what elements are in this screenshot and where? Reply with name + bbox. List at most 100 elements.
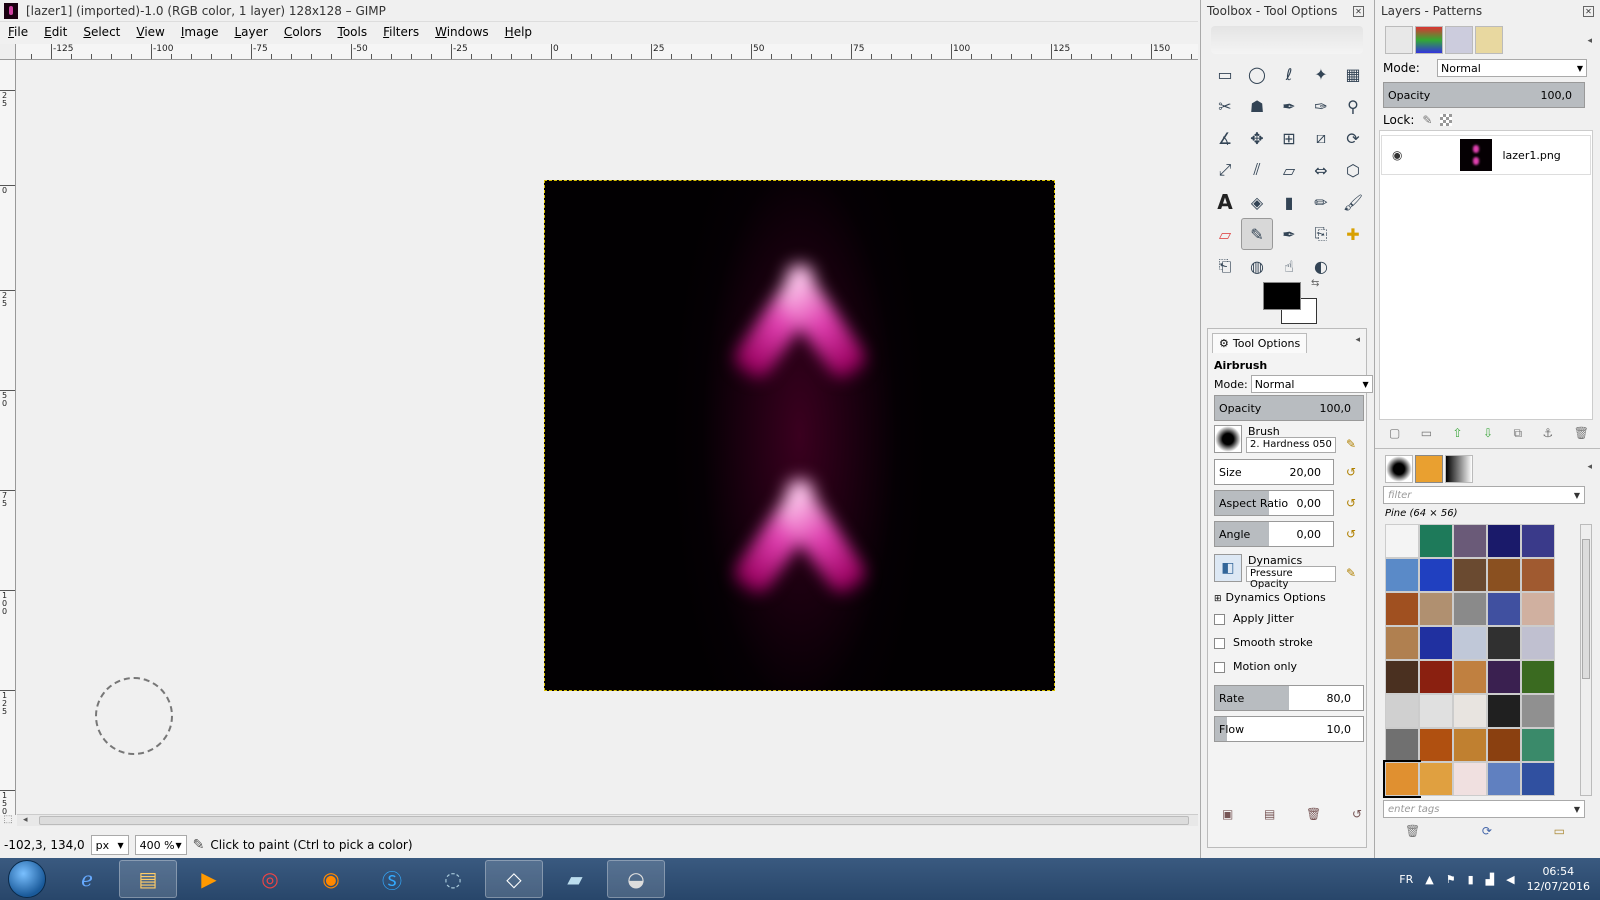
eye-icon[interactable]: ◉ bbox=[1392, 148, 1402, 162]
pattern-swatch[interactable] bbox=[1453, 626, 1487, 660]
tool-color-select-icon[interactable]: ▦ bbox=[1337, 58, 1369, 90]
ruler-corner[interactable] bbox=[0, 44, 16, 60]
firefox-icon[interactable]: ◉ bbox=[302, 860, 360, 898]
wilber-drop-area[interactable] bbox=[1211, 26, 1363, 54]
tool-clone-icon[interactable]: ⎘ bbox=[1305, 218, 1337, 250]
tool-perspective-clone-icon[interactable]: ⎗ bbox=[1209, 250, 1241, 282]
menu-view[interactable]: View bbox=[128, 25, 172, 39]
mode-select[interactable]: Normal ▼ bbox=[1250, 375, 1373, 393]
tool-ellipse-select-icon[interactable]: ◯ bbox=[1241, 58, 1273, 90]
menu-file[interactable]: File bbox=[0, 25, 36, 39]
menu-image[interactable]: Image bbox=[173, 25, 227, 39]
smooth-stroke-checkbox[interactable]: Smooth stroke bbox=[1214, 636, 1313, 649]
tool-heal-icon[interactable]: ✚ bbox=[1337, 218, 1369, 250]
pattern-swatch[interactable] bbox=[1385, 524, 1419, 558]
tool-airbrush-icon[interactable]: ✎ bbox=[1241, 218, 1273, 250]
language-indicator[interactable]: FR bbox=[1399, 873, 1413, 886]
pattern-swatch[interactable] bbox=[1419, 728, 1453, 762]
panel-menu-icon[interactable]: ◂ bbox=[1587, 36, 1592, 46]
raise-layer-icon[interactable]: ⇧ bbox=[1453, 426, 1463, 441]
pattern-swatch[interactable] bbox=[1453, 524, 1487, 558]
pattern-swatch[interactable] bbox=[1385, 728, 1419, 762]
flag-icon[interactable]: ⚑ bbox=[1446, 873, 1456, 886]
tool-dodge-burn-icon[interactable]: ◐ bbox=[1305, 250, 1337, 282]
pattern-scrollbar[interactable] bbox=[1580, 524, 1592, 796]
pattern-swatch[interactable] bbox=[1487, 524, 1521, 558]
tool-align-icon[interactable]: ⊞ bbox=[1273, 122, 1305, 154]
close-icon[interactable]: ✕ bbox=[1353, 5, 1364, 17]
tab-undo[interactable] bbox=[1475, 26, 1503, 54]
layer-row[interactable]: ◉ lazer1.png bbox=[1381, 135, 1591, 175]
tool-paths-icon[interactable]: ✒ bbox=[1273, 90, 1305, 122]
anchor-layer-icon[interactable]: ⚓ bbox=[1543, 426, 1554, 441]
brush-preview[interactable] bbox=[1214, 425, 1242, 453]
image-canvas[interactable] bbox=[544, 180, 1055, 691]
tool-lasso-icon[interactable]: ℓ bbox=[1273, 58, 1305, 90]
menu-colors[interactable]: Colors bbox=[276, 25, 330, 39]
horizontal-scrollbar[interactable]: ◂ bbox=[17, 814, 1198, 826]
file-explorer-icon[interactable]: ▤ bbox=[119, 860, 177, 898]
apply-jitter-checkbox[interactable]: Apply Jitter bbox=[1214, 612, 1294, 625]
tool-bucket-fill-icon[interactable]: ◈ bbox=[1241, 186, 1273, 218]
start-button[interactable] bbox=[8, 860, 46, 898]
pattern-filter-input[interactable]: filter ▼ bbox=[1383, 486, 1585, 504]
tab-layers[interactable] bbox=[1385, 26, 1413, 54]
tool-rect-select-icon[interactable]: ▭ bbox=[1209, 58, 1241, 90]
layer-mode-select[interactable]: Normal ▼ bbox=[1437, 59, 1587, 77]
size-slider[interactable]: Size 20,00 bbox=[1214, 459, 1334, 485]
pattern-swatch[interactable] bbox=[1385, 592, 1419, 626]
volume-icon[interactable]: ◀ bbox=[1506, 873, 1514, 886]
network-icon[interactable]: ▟ bbox=[1486, 873, 1494, 886]
tool-scale-icon[interactable]: ⤢ bbox=[1209, 154, 1241, 186]
battery-icon[interactable]: ▮ bbox=[1468, 873, 1474, 886]
pattern-swatch[interactable] bbox=[1453, 660, 1487, 694]
pattern-swatch[interactable] bbox=[1521, 660, 1555, 694]
panel-menu-icon[interactable]: ◂ bbox=[1355, 335, 1360, 345]
pattern-swatch[interactable] bbox=[1487, 660, 1521, 694]
tool-fuzzy-select-icon[interactable]: ✦ bbox=[1305, 58, 1337, 90]
flow-slider[interactable]: Flow 10,0 bbox=[1214, 716, 1364, 742]
tab-tool-options[interactable]: ⚙ Tool Options bbox=[1212, 333, 1308, 353]
quick-mask-icon[interactable]: ⬚ bbox=[0, 814, 16, 828]
pattern-swatch[interactable] bbox=[1453, 694, 1487, 728]
internet-explorer-icon[interactable]: ℯ bbox=[58, 860, 116, 898]
pattern-swatch[interactable] bbox=[1521, 558, 1555, 592]
pattern-swatch[interactable] bbox=[1521, 524, 1555, 558]
pattern-swatch[interactable] bbox=[1453, 558, 1487, 592]
tab-patterns[interactable] bbox=[1415, 455, 1443, 483]
tool-ink-icon[interactable]: ✒ bbox=[1273, 218, 1305, 250]
menu-help[interactable]: Help bbox=[497, 25, 540, 39]
tool-shear-icon[interactable]: ⫽ bbox=[1241, 154, 1273, 186]
tab-brushes[interactable] bbox=[1385, 455, 1413, 483]
duplicate-layer-icon[interactable]: ⧉ bbox=[1514, 426, 1523, 441]
pattern-swatch[interactable] bbox=[1419, 592, 1453, 626]
pattern-swatch[interactable] bbox=[1419, 558, 1453, 592]
tool-crop-icon[interactable]: ⧄ bbox=[1305, 122, 1337, 154]
brush-name-field[interactable]: 2. Hardness 050 bbox=[1246, 437, 1336, 453]
pattern-swatch[interactable] bbox=[1385, 626, 1419, 660]
tool-blend-icon[interactable]: ▮ bbox=[1273, 186, 1305, 218]
tool-paintbrush-icon[interactable]: 🖌 bbox=[1337, 186, 1369, 218]
lock-alpha-icon[interactable] bbox=[1440, 114, 1453, 126]
refresh-patterns-icon[interactable]: ⟳ bbox=[1482, 824, 1492, 838]
tool-pencil-icon[interactable]: ✏ bbox=[1305, 186, 1337, 218]
pattern-swatch[interactable] bbox=[1385, 558, 1419, 592]
pattern-swatch[interactable] bbox=[1487, 762, 1521, 796]
pattern-tags-input[interactable]: enter tags ▼ bbox=[1383, 800, 1585, 818]
open-pattern-folder-icon[interactable]: ▭ bbox=[1554, 824, 1565, 838]
tool-move-icon[interactable]: ✥ bbox=[1241, 122, 1273, 154]
menu-tools[interactable]: Tools bbox=[330, 25, 376, 39]
unit-select[interactable]: px ▼ bbox=[90, 835, 129, 855]
app-glass-icon[interactable]: ▰ bbox=[546, 860, 604, 898]
motion-only-checkbox[interactable]: Motion only bbox=[1214, 660, 1297, 673]
reset-aspect-icon[interactable]: ↺ bbox=[1346, 496, 1356, 510]
tool-measure-icon[interactable]: ∡ bbox=[1209, 122, 1241, 154]
tool-rotate-icon[interactable]: ⟳ bbox=[1337, 122, 1369, 154]
pattern-swatch[interactable] bbox=[1419, 694, 1453, 728]
edit-brush-icon[interactable]: ✎ bbox=[1346, 437, 1356, 451]
dynamics-options-expander[interactable]: ⊞ Dynamics Options bbox=[1214, 591, 1326, 604]
pattern-swatch[interactable] bbox=[1419, 626, 1453, 660]
swap-colors-icon[interactable]: ⇆ bbox=[1311, 278, 1319, 289]
pattern-swatch[interactable] bbox=[1487, 728, 1521, 762]
pattern-swatch[interactable] bbox=[1521, 592, 1555, 626]
